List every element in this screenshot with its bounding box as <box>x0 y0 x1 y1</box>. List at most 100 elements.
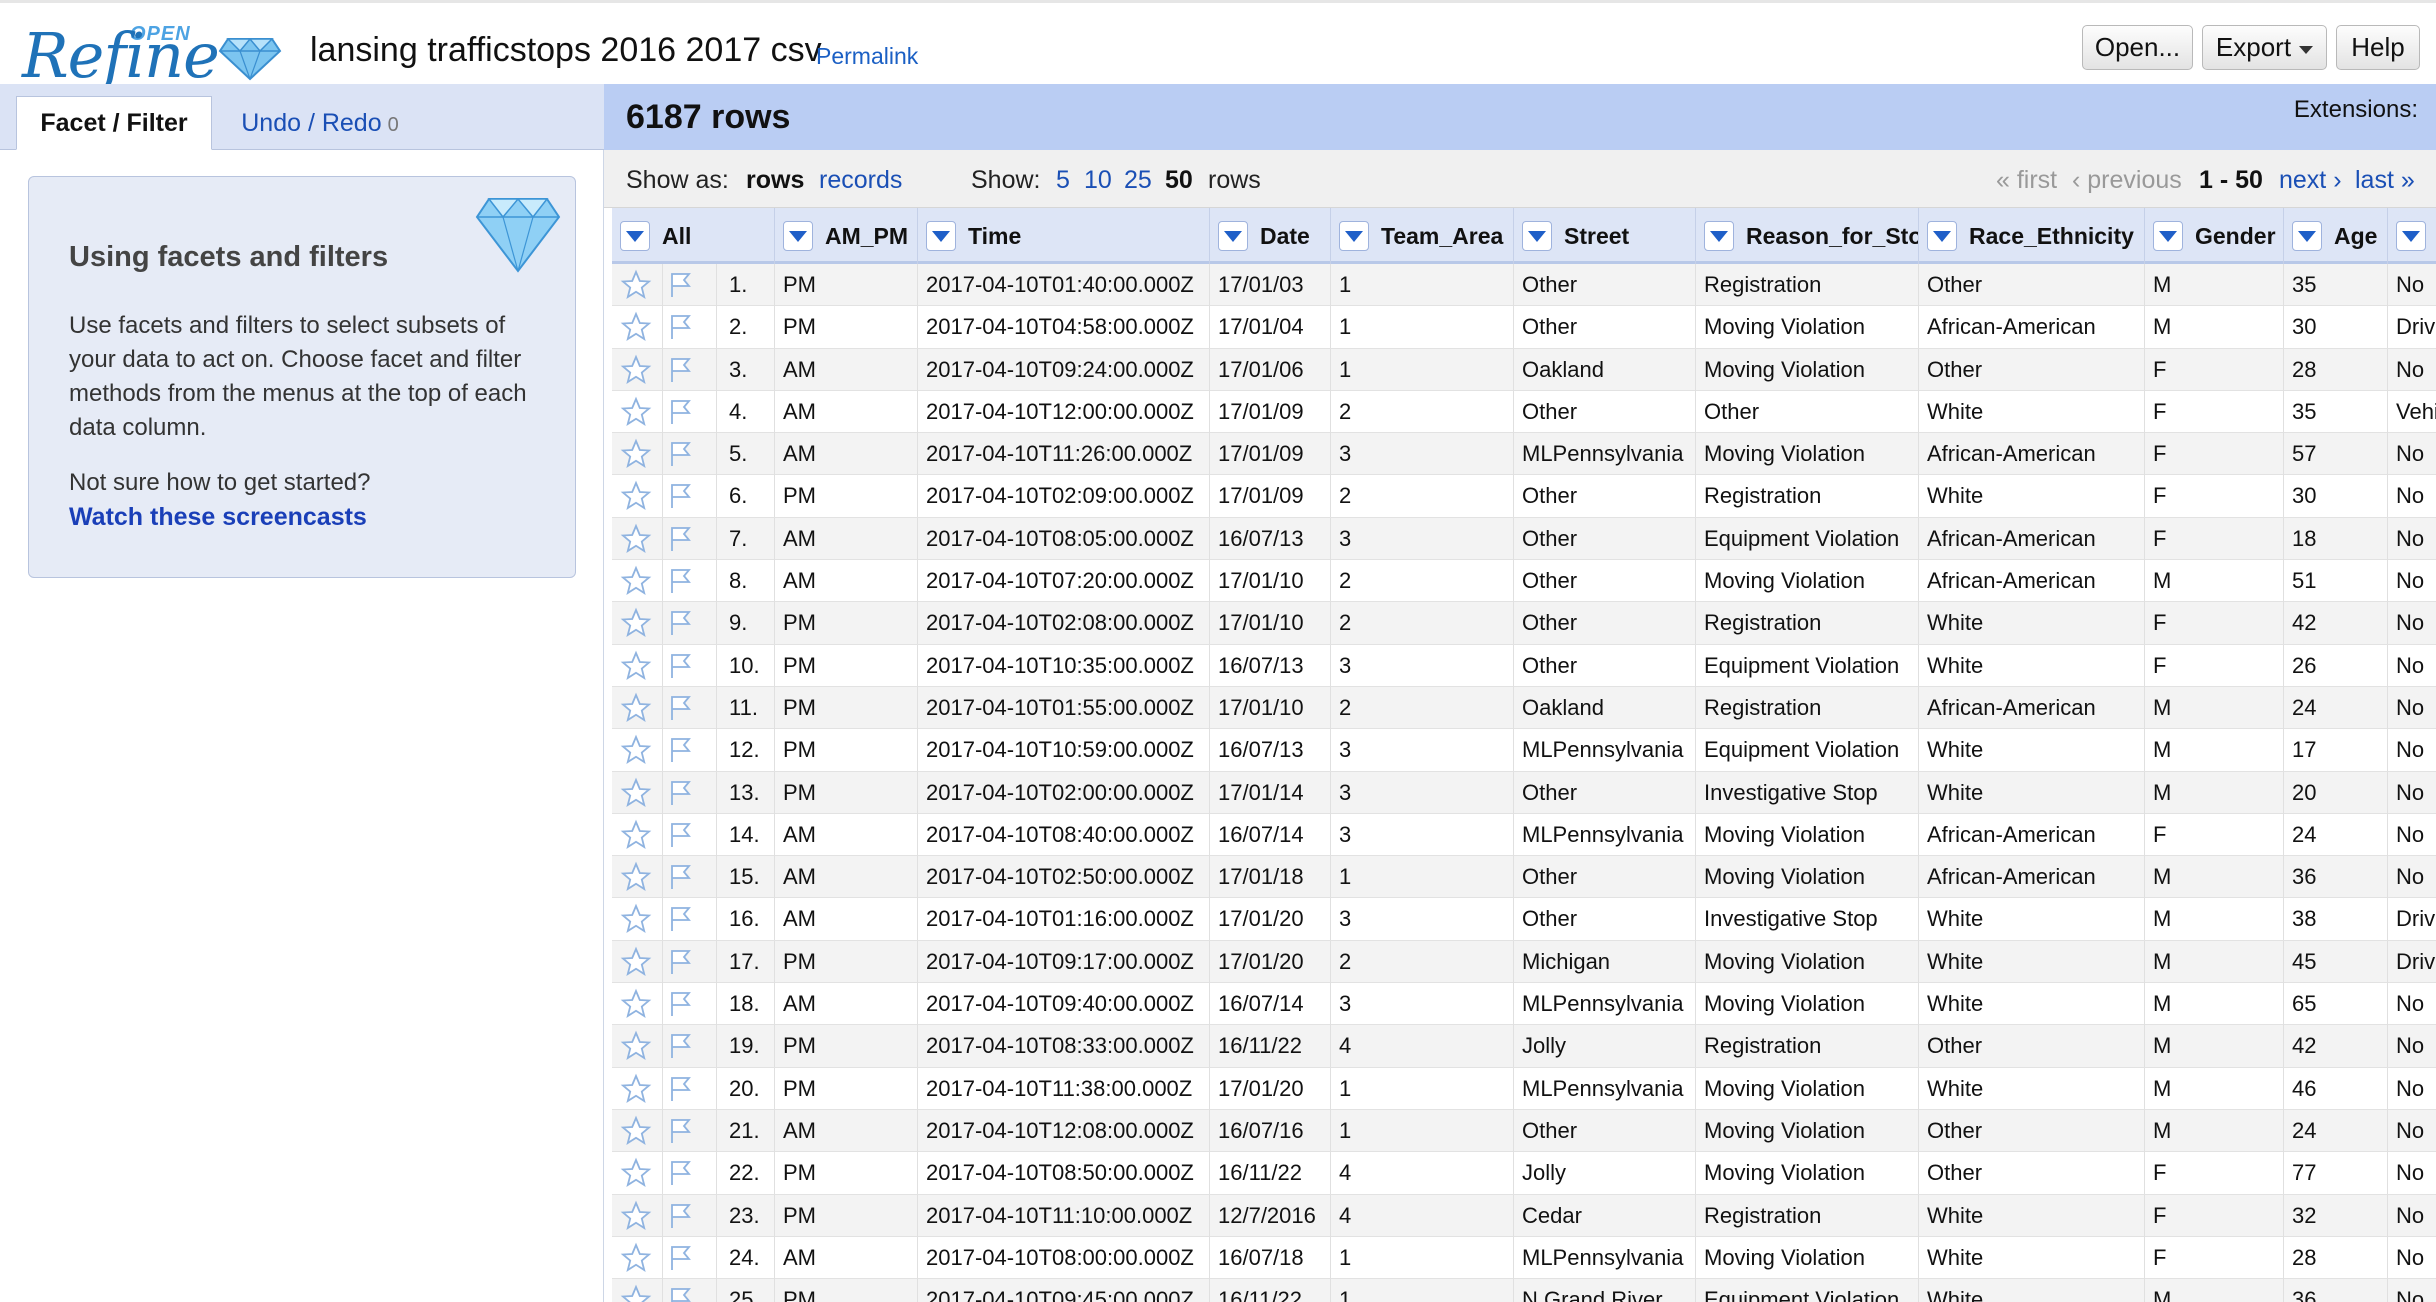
cell-race[interactable]: White <box>1919 644 2145 687</box>
cell-gender[interactable]: M <box>2145 856 2284 899</box>
cell-race[interactable]: Other <box>1919 1025 2145 1068</box>
cell-age[interactable]: 46 <box>2284 1067 2388 1110</box>
chevron-down-icon[interactable] <box>2396 221 2426 251</box>
column-header-all[interactable]: All <box>612 208 775 264</box>
cell-time[interactable]: 2017-04-10T02:50:00.000Z <box>918 856 1210 899</box>
cell-team-area[interactable]: 1 <box>1331 1109 1514 1152</box>
cell-team-area[interactable]: 3 <box>1331 771 1514 814</box>
star-icon[interactable] <box>620 1157 652 1195</box>
cell-street[interactable]: MLPennsylvania <box>1514 983 1696 1026</box>
cell-gender[interactable]: F <box>2145 1152 2284 1195</box>
cell-am-pm[interactable]: PM <box>775 475 918 518</box>
cell-time[interactable]: 2017-04-10T12:00:00.000Z <box>918 390 1210 433</box>
cell-team-area[interactable]: 2 <box>1331 940 1514 983</box>
cell-team-area[interactable]: 3 <box>1331 433 1514 476</box>
cell-time[interactable]: 2017-04-10T11:10:00.000Z <box>918 1194 1210 1237</box>
cell-street[interactable]: Cedar <box>1514 1194 1696 1237</box>
page-size-50[interactable]: 50 <box>1165 166 1193 195</box>
chevron-down-icon[interactable] <box>1339 221 1369 251</box>
row-number[interactable]: 14. <box>717 813 775 856</box>
cell-team-area[interactable]: 3 <box>1331 813 1514 856</box>
cell-time[interactable]: 2017-04-10T09:24:00.000Z <box>918 348 1210 391</box>
flag-icon[interactable] <box>664 480 696 518</box>
flag-icon[interactable] <box>664 1073 696 1111</box>
cell-date[interactable]: 17/01/18 <box>1210 856 1331 899</box>
star-icon[interactable] <box>620 269 652 307</box>
cell-time[interactable]: 2017-04-10T08:33:00.000Z <box>918 1025 1210 1068</box>
cell-reason[interactable]: Investigative Stop <box>1696 771 1919 814</box>
cell-race[interactable]: White <box>1919 729 2145 772</box>
row-number[interactable]: 17. <box>717 940 775 983</box>
cell-reason[interactable]: Equipment Violation <box>1696 729 1919 772</box>
cell-extra[interactable]: No <box>2388 1025 2436 1067</box>
cell-street[interactable]: MLPennsylvania <box>1514 1236 1696 1279</box>
cell-race[interactable]: White <box>1919 1279 2145 1302</box>
row-number[interactable]: 11. <box>717 686 775 729</box>
cell-team-area[interactable]: 3 <box>1331 898 1514 941</box>
flag-icon[interactable] <box>664 692 696 730</box>
row-number[interactable]: 25. <box>717 1279 775 1302</box>
cell-time[interactable]: 2017-04-10T01:16:00.000Z <box>918 898 1210 941</box>
cell-age[interactable]: 36 <box>2284 1279 2388 1302</box>
cell-street[interactable]: Oakland <box>1514 686 1696 729</box>
cell-extra[interactable]: No <box>2388 433 2436 475</box>
cell-race[interactable]: Other <box>1919 264 2145 306</box>
cell-extra[interactable]: No <box>2388 772 2436 814</box>
row-number[interactable]: 12. <box>717 729 775 772</box>
cell-age[interactable]: 32 <box>2284 1194 2388 1237</box>
cell-date[interactable]: 16/07/18 <box>1210 1236 1331 1279</box>
star-icon[interactable] <box>620 1242 652 1280</box>
cell-reason[interactable]: Moving Violation <box>1696 983 1919 1026</box>
cell-reason[interactable]: Equipment Violation <box>1696 644 1919 687</box>
cell-age[interactable]: 28 <box>2284 348 2388 391</box>
cell-am-pm[interactable]: AM <box>775 813 918 856</box>
column-header-race-ethnicity[interactable]: Race_Ethnicity <box>1919 208 2145 264</box>
flag-icon[interactable] <box>664 903 696 941</box>
cell-reason[interactable]: Equipment Violation <box>1696 1279 1919 1302</box>
flag-icon[interactable] <box>664 777 696 815</box>
cell-date[interactable]: 16/07/13 <box>1210 644 1331 687</box>
cell-extra[interactable]: No <box>2388 687 2436 729</box>
open-button[interactable]: Open... <box>2082 25 2193 70</box>
cell-extra[interactable]: No <box>2388 1279 2436 1302</box>
cell-team-area[interactable]: 1 <box>1331 1279 1514 1302</box>
cell-extra[interactable]: No <box>2388 349 2436 391</box>
column-header-extra[interactable] <box>2388 208 2436 264</box>
cell-street[interactable]: MLPennsylvania <box>1514 1067 1696 1110</box>
cell-extra[interactable]: No <box>2388 729 2436 771</box>
cell-extra[interactable]: No <box>2388 645 2436 687</box>
star-icon[interactable] <box>620 1200 652 1238</box>
cell-race[interactable]: White <box>1919 1236 2145 1279</box>
cell-street[interactable]: Other <box>1514 602 1696 645</box>
cell-time[interactable]: 2017-04-10T02:08:00.000Z <box>918 602 1210 645</box>
star-icon[interactable] <box>620 607 652 645</box>
cell-race[interactable]: African-American <box>1919 686 2145 729</box>
cell-am-pm[interactable]: AM <box>775 517 918 560</box>
cell-time[interactable]: 2017-04-10T02:00:00.000Z <box>918 771 1210 814</box>
cell-date[interactable]: 17/01/10 <box>1210 560 1331 603</box>
cell-reason[interactable]: Moving Violation <box>1696 813 1919 856</box>
star-icon[interactable] <box>620 354 652 392</box>
star-icon[interactable] <box>620 777 652 815</box>
tab-facet-filter[interactable]: Facet / Filter <box>16 96 212 150</box>
flag-icon[interactable] <box>664 650 696 688</box>
cell-age[interactable]: 26 <box>2284 644 2388 687</box>
cell-extra[interactable]: No <box>2388 1152 2436 1194</box>
cell-date[interactable]: 16/11/22 <box>1210 1279 1331 1302</box>
cell-reason[interactable]: Registration <box>1696 686 1919 729</box>
cell-gender[interactable]: M <box>2145 306 2284 349</box>
cell-gender[interactable]: M <box>2145 264 2284 306</box>
flag-icon[interactable] <box>664 438 696 476</box>
cell-am-pm[interactable]: PM <box>775 771 918 814</box>
row-number[interactable]: 6. <box>717 475 775 518</box>
cell-team-area[interactable]: 3 <box>1331 983 1514 1026</box>
cell-race[interactable]: White <box>1919 1194 2145 1237</box>
cell-time[interactable]: 2017-04-10T07:20:00.000Z <box>918 560 1210 603</box>
cell-race[interactable]: White <box>1919 1067 2145 1110</box>
cell-time[interactable]: 2017-04-10T08:50:00.000Z <box>918 1152 1210 1195</box>
row-number[interactable]: 8. <box>717 560 775 603</box>
cell-extra[interactable]: No <box>2388 1237 2436 1279</box>
cell-gender[interactable]: F <box>2145 475 2284 518</box>
cell-street[interactable]: Other <box>1514 771 1696 814</box>
cell-extra[interactable]: No <box>2388 602 2436 644</box>
